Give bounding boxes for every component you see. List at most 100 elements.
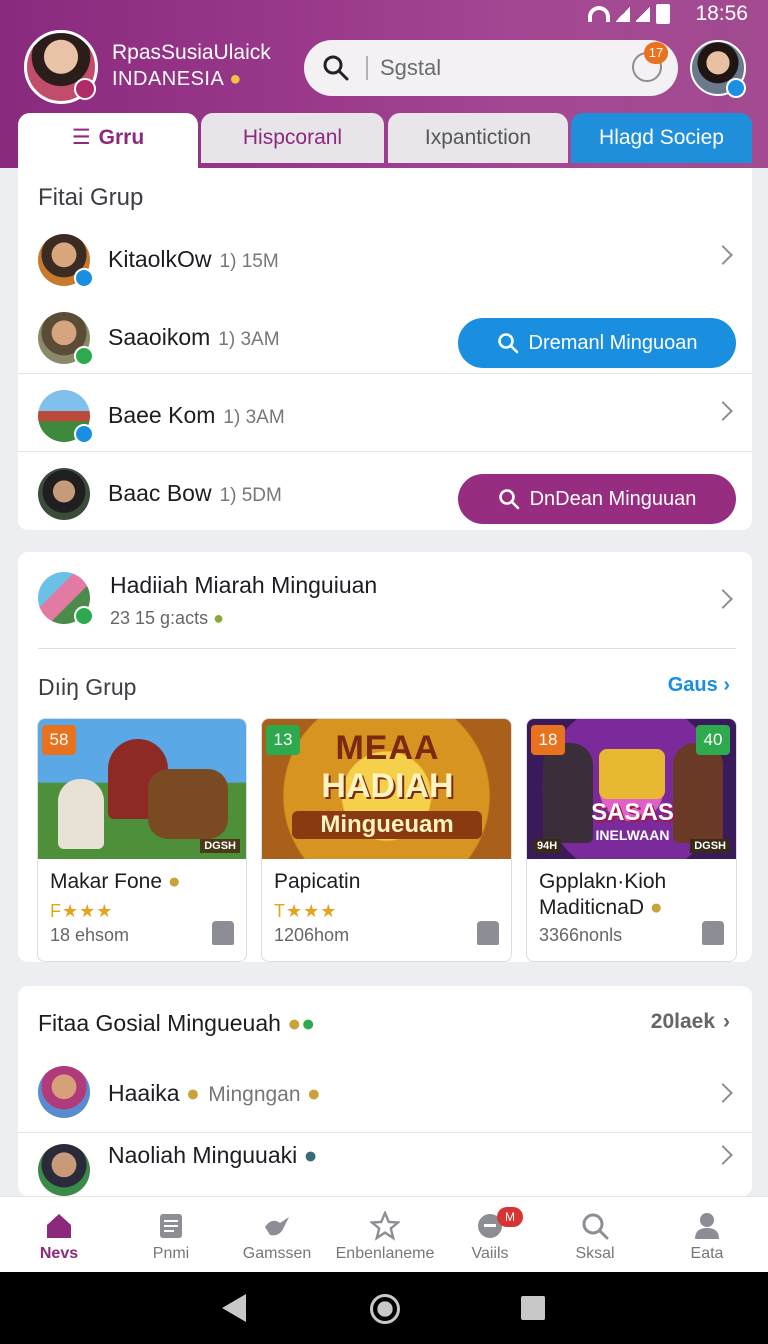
weekly-button[interactable]: DnDean Minguuan — [458, 474, 736, 524]
nav-gamssen[interactable]: Gamssen — [222, 1197, 332, 1273]
game-name: MaditicnaD — [539, 896, 645, 919]
home-icon — [47, 1214, 71, 1238]
home-button-icon[interactable] — [370, 1294, 400, 1324]
button-label: DnDean Minguuan — [529, 487, 697, 510]
tab-label: Grru — [98, 126, 145, 149]
social-see-all[interactable]: 20laek › — [651, 1010, 730, 1034]
check-icon — [74, 346, 94, 366]
game-card[interactable]: DGSH 58 Makar Fone ● F★★★ 18 ehsom — [37, 718, 247, 962]
see-all-link[interactable]: Gaus › — [668, 674, 730, 697]
search-icon — [323, 55, 349, 81]
weekly-button[interactable]: Dremanl Minguoan — [458, 318, 736, 368]
reward-subtitle: 23 15 g:acts — [110, 608, 209, 628]
social-name: Naoliah Minguuaki — [108, 1142, 298, 1168]
nav-eata[interactable]: Eata — [652, 1197, 762, 1273]
nav-news[interactable]: Nevs — [4, 1197, 114, 1273]
nav-vaiils[interactable]: M Vaiils — [435, 1197, 545, 1273]
coin-icon: ● — [649, 896, 663, 919]
bottom-nav: Nevs Pnmi Gamssen Enbenlaneme M Vaiils S… — [0, 1196, 768, 1272]
bookmark-icon[interactable] — [212, 921, 234, 945]
nav-enbenlaneme[interactable]: Enbenlaneme — [330, 1197, 440, 1273]
horse-figure — [148, 769, 228, 839]
game-count: 3366nonls — [539, 925, 623, 945]
bookmark-icon[interactable] — [477, 921, 499, 945]
nav-label: Sksal — [575, 1245, 615, 1262]
wifi-icon — [588, 6, 610, 22]
tab-hispcoranl[interactable]: Hispcoranl — [201, 113, 384, 163]
chevron-right-icon — [713, 401, 733, 421]
profile-badge-icon — [74, 78, 96, 100]
nav-label: Vaiils — [471, 1245, 509, 1262]
search-divider — [366, 56, 368, 80]
nav-label: Gamssen — [242, 1245, 312, 1262]
group-row[interactable]: KitaolkOw 1) 15M — [18, 218, 752, 296]
button-label: Dremanl Minguoan — [528, 331, 698, 354]
coin-icon: ● — [229, 68, 242, 90]
tab-hlagd-sociep[interactable]: Hlagd Sociep — [571, 113, 752, 163]
avatar — [38, 1144, 90, 1196]
coin-icon: ● — [303, 1142, 318, 1168]
group-row[interactable]: Saaoikom 1) 3AM Dremanl Minguoan — [18, 296, 752, 374]
game-rating: T★★★ — [274, 901, 338, 921]
coin-icon: ● — [213, 608, 224, 628]
groups-card: Fitai Grup KitaolkOw 1) 15M Saaoikom 1) 3A… — [18, 168, 752, 530]
bird-icon — [265, 1217, 289, 1236]
search-input[interactable] — [380, 52, 620, 84]
nav-sksal[interactable]: Sksal — [540, 1197, 650, 1273]
nav-label: Pnmi — [152, 1245, 190, 1262]
verified-icon — [74, 424, 94, 444]
chevron-right-icon — [713, 245, 733, 265]
group-row[interactable]: Baac Bow 1) 5DM DnDean Minguuan — [18, 452, 752, 530]
game-card[interactable]: MEAA HADIAH Mingueuam 13 Papicatin T★★★ … — [261, 718, 512, 962]
group-meta: 1) 5DM — [219, 485, 282, 506]
game-card[interactable]: SASAS INELWAAN 94H DGSH 18 40 Gpplakn·Ki… — [526, 718, 737, 962]
social-meta: Mingngan — [208, 1083, 301, 1106]
tab-grru[interactable]: ☰ Grru — [18, 113, 198, 169]
bookmark-icon[interactable] — [702, 921, 724, 945]
document-icon — [160, 1214, 182, 1238]
social-row[interactable]: Naoliah Minguuaki ● — [18, 1132, 752, 1196]
see-all-label: Gaus — [667, 674, 718, 696]
character-figure — [58, 779, 104, 849]
reward-title[interactable]: Hadiiah Miarah Minguiuan — [110, 572, 377, 599]
thumb-caption: DGSH — [690, 839, 730, 853]
nav-label: Eata — [690, 1245, 724, 1262]
social-row[interactable]: Haaika ● Mingngan ● — [18, 1054, 752, 1132]
game-tag: 40 — [696, 725, 730, 755]
back-icon[interactable] — [222, 1294, 246, 1322]
tab-bar: ☰ Grru Hispcoranl Ixpantiction Hlagd Soci… — [18, 113, 752, 169]
tab-ixpantiction[interactable]: Ixpantiction — [388, 113, 568, 163]
section-title: Fitaa Gosial Mingueuah — [38, 1010, 281, 1036]
tab-label: Hispcoranl — [242, 126, 343, 149]
social-right-label: 20laek — [650, 1010, 715, 1033]
coin-icon: ● — [167, 870, 181, 893]
group-row[interactable]: Baee Kom 1) 3AM — [18, 374, 752, 452]
brand-line2: INDANESIA — [112, 68, 224, 90]
game-name: Makar Fone — [50, 870, 163, 893]
coin-stack-icon: ● — [306, 1080, 321, 1106]
search-bar[interactable]: 17 — [304, 40, 678, 96]
treasure-icon — [599, 749, 665, 799]
battery-icon — [656, 4, 670, 24]
chevron-right-icon[interactable] — [713, 589, 733, 609]
nav-badge: M — [497, 1207, 523, 1227]
group-name: Baac Bow — [108, 480, 212, 506]
section-title: Dıiŋ Grup — [38, 674, 137, 700]
game-tag: 18 — [531, 725, 565, 755]
game-count: 18 ehsom — [50, 925, 130, 945]
status-bar: 18:56 — [0, 0, 768, 30]
search-icon — [497, 333, 518, 354]
status-time: 18:56 — [695, 2, 748, 25]
tab-label: Ixpantiction — [424, 126, 532, 149]
thumb-line2: HADIAH — [321, 767, 454, 805]
nav-pnmi[interactable]: Pnmi — [116, 1197, 226, 1273]
section-title: Fitai Grup — [38, 184, 144, 211]
thumb-caption: DGSH — [200, 839, 240, 853]
coin-icon: ● — [301, 1010, 316, 1036]
game-name: Gpplakn·Kioh — [539, 870, 667, 893]
thumb-line1: SASAS — [591, 799, 674, 826]
recents-icon[interactable] — [521, 1296, 545, 1320]
system-nav-bar — [0, 1272, 768, 1344]
group-name: Baee Kom — [108, 402, 216, 428]
thumb-caption: 94H — [533, 839, 562, 853]
